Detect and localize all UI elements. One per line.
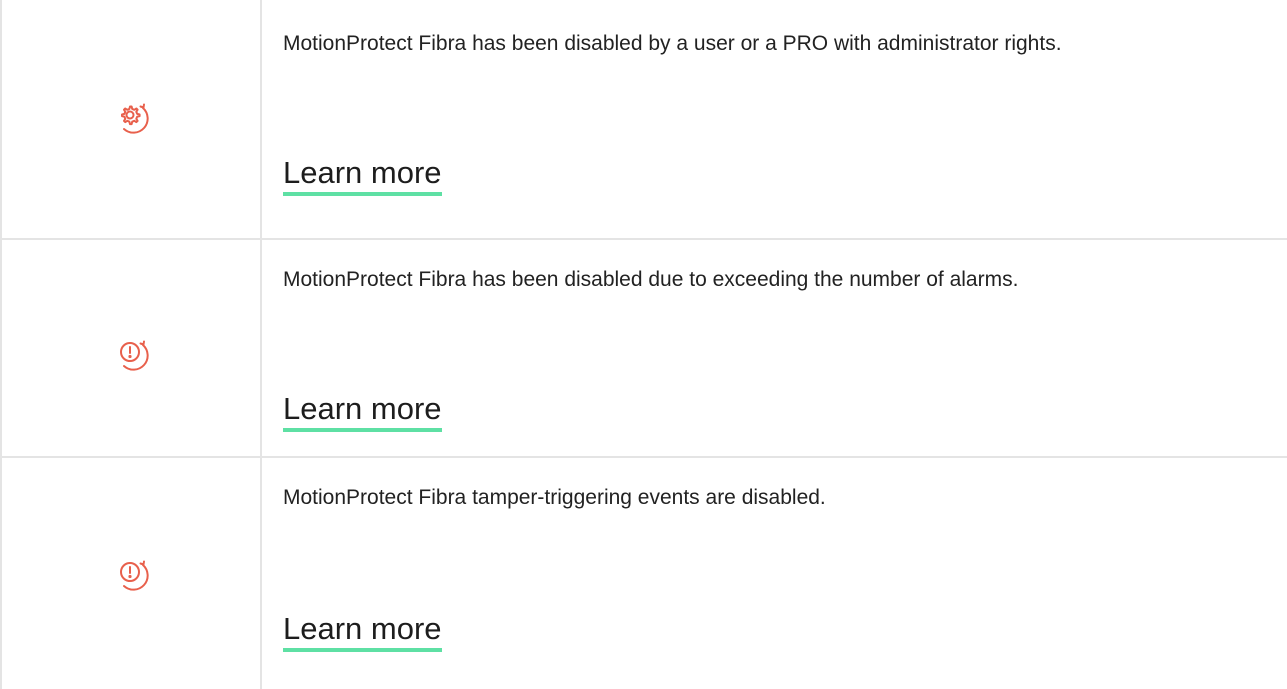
- alert-refresh-icon: [112, 555, 152, 595]
- status-table: MotionProtect Fibra has been disabled by…: [0, 0, 1287, 689]
- text-cell: MotionProtect Fibra has been disabled by…: [262, 0, 1287, 238]
- learn-more-link[interactable]: Learn more: [283, 610, 442, 652]
- row-description: MotionProtect Fibra has been disabled du…: [283, 268, 1019, 291]
- table-row: MotionProtect Fibra tamper-triggering ev…: [0, 456, 1287, 689]
- icon-cell: [0, 458, 262, 689]
- learn-more-link[interactable]: Learn more: [283, 154, 442, 196]
- row-description: MotionProtect Fibra tamper-triggering ev…: [283, 486, 826, 509]
- alert-refresh-icon: [112, 335, 152, 375]
- row-description: MotionProtect Fibra has been disabled by…: [283, 32, 1062, 55]
- icon-cell: [0, 0, 262, 238]
- learn-more-link[interactable]: Learn more: [283, 390, 442, 432]
- text-cell: MotionProtect Fibra has been disabled du…: [262, 240, 1287, 456]
- text-cell: MotionProtect Fibra tamper-triggering ev…: [262, 458, 1287, 689]
- gear-refresh-icon: [112, 98, 152, 138]
- table-row: MotionProtect Fibra has been disabled du…: [0, 238, 1287, 456]
- table-row: MotionProtect Fibra has been disabled by…: [0, 0, 1287, 238]
- icon-cell: [0, 240, 262, 456]
